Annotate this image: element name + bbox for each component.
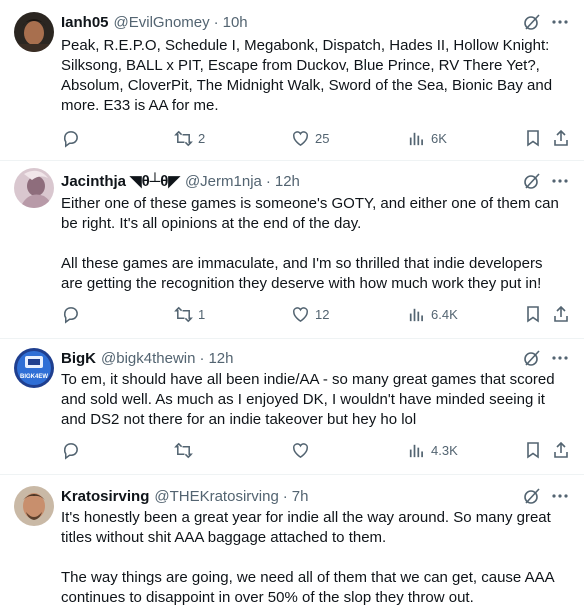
tweet-header: Ianh05 @EvilGnomey · 10h	[61, 12, 248, 32]
share-icon[interactable]	[551, 128, 571, 148]
tweet-text: It's honestly been a great year for indi…	[61, 509, 555, 606]
like-button[interactable]: 25	[291, 128, 329, 148]
view-count: 6.4K	[431, 306, 458, 322]
user-handle[interactable]: @bigk4thewin	[101, 350, 195, 367]
repost-icon	[174, 130, 193, 146]
user-handle[interactable]: @Jerm1nja	[185, 173, 262, 190]
view-count: 6K	[431, 130, 447, 146]
bookmark-icon[interactable]	[523, 440, 543, 460]
user-handle[interactable]: @EvilGnomey	[114, 14, 210, 31]
separator: ·	[213, 13, 219, 31]
reply-icon	[63, 442, 78, 460]
separator: ·	[265, 172, 271, 190]
reply-icon	[63, 306, 78, 324]
grok-icon[interactable]	[522, 486, 542, 506]
grok-icon[interactable]	[522, 348, 542, 368]
repost-button[interactable]	[174, 440, 198, 460]
repost-button[interactable]: 2	[174, 128, 205, 148]
name-decoration: ◥θ┴θ◤	[130, 173, 180, 190]
views-button[interactable]: 6K	[407, 128, 447, 148]
views-icon	[409, 132, 423, 145]
share-icon[interactable]	[551, 304, 571, 324]
grok-icon[interactable]	[522, 171, 542, 191]
more-options-icon[interactable]	[550, 348, 570, 368]
like-button[interactable]: 12	[291, 304, 329, 324]
separator: ·	[199, 349, 205, 367]
share-icon[interactable]	[551, 440, 571, 460]
display-name[interactable]: Kratosirving	[61, 488, 149, 505]
reply-button[interactable]	[61, 440, 85, 460]
tweet[interactable]: Ianh05 @EvilGnomey · 10h Peak, R.E.P.O, …	[0, 0, 584, 161]
user-handle[interactable]: @THEKratosirving	[154, 488, 278, 505]
view-count: 4.3K	[431, 442, 458, 458]
like-count: 12	[315, 306, 330, 322]
avatar[interactable]: BIGK4EW	[14, 348, 54, 388]
views-icon	[409, 444, 423, 457]
avatar[interactable]	[14, 12, 54, 52]
tweet-header: BigK @bigk4thewin · 12h	[61, 348, 233, 368]
tweet[interactable]: BIGK4EW BigK @bigk4thewin · 12h To em, i…	[0, 338, 584, 475]
tweet-header: Jacinthja ◥θ┴θ◤ @Jerm1nja · 12h	[61, 171, 300, 191]
avatar[interactable]	[14, 168, 54, 208]
repost-count: 1	[198, 306, 206, 322]
like-count: 25	[315, 130, 330, 146]
separator: ·	[282, 487, 288, 505]
heart-icon	[293, 442, 308, 458]
more-options-icon[interactable]	[550, 486, 570, 506]
display-name[interactable]: Jacinthja	[61, 173, 126, 190]
tweet[interactable]: Jacinthja ◥θ┴θ◤ @Jerm1nja · 12h Either o…	[0, 160, 584, 339]
grok-icon[interactable]	[522, 12, 542, 32]
more-options-icon[interactable]	[550, 171, 570, 191]
reply-button[interactable]	[61, 304, 85, 324]
like-button[interactable]	[291, 440, 315, 460]
views-button[interactable]: 6.4K	[407, 304, 458, 324]
more-options-icon[interactable]	[550, 12, 570, 32]
timestamp[interactable]: 12h	[275, 173, 300, 190]
tweet-actions: 1 12 6.4K	[61, 304, 571, 324]
reply-icon	[63, 130, 78, 148]
reply-button[interactable]	[61, 128, 85, 148]
tweet-text: Peak, R.E.P.O, Schedule I, Megabonk, Dis…	[61, 37, 553, 114]
heart-icon	[293, 130, 308, 146]
display-name[interactable]: Ianh05	[61, 14, 109, 31]
display-name[interactable]: BigK	[61, 350, 96, 367]
timestamp[interactable]: 12h	[208, 350, 233, 367]
tweet-actions: 2 25 6K	[61, 128, 571, 148]
tweet-header: Kratosirving @THEKratosirving · 7h	[61, 486, 308, 506]
heart-icon	[293, 306, 308, 322]
tweet-actions: 4.3K	[61, 440, 571, 460]
bookmark-icon[interactable]	[523, 304, 543, 324]
bookmark-icon[interactable]	[523, 128, 543, 148]
avatar[interactable]	[14, 486, 54, 526]
tweet[interactable]: Kratosirving @THEKratosirving · 7h It's …	[0, 474, 584, 608]
timestamp[interactable]: 10h	[223, 14, 248, 31]
repost-icon	[174, 306, 193, 322]
tweet-text: Either one of these games is someone's G…	[61, 195, 559, 292]
views-button[interactable]: 4.3K	[407, 440, 458, 460]
repost-count: 2	[198, 130, 206, 146]
avatar-text: BIGK4EW	[20, 374, 48, 380]
views-icon	[409, 308, 423, 321]
repost-button[interactable]: 1	[174, 304, 205, 324]
tweet-text: To em, it should have all been indie/AA …	[61, 371, 555, 428]
repost-icon	[174, 442, 193, 458]
timestamp[interactable]: 7h	[292, 488, 309, 505]
